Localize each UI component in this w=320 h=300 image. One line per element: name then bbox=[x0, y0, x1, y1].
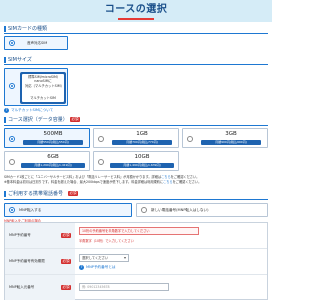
mnp-info-link[interactable]: MNP予約番号とは bbox=[86, 265, 116, 270]
sim-type-option-voice[interactable]: 音声対応SIM bbox=[4, 36, 68, 50]
expiry-select[interactable]: 選択してください ▾ bbox=[79, 254, 129, 262]
plan-price: 月額700円(税込770円) bbox=[112, 140, 172, 145]
required-badge: 必須 bbox=[61, 259, 71, 264]
radio-selected[interactable] bbox=[9, 83, 15, 89]
form-row-expiry: MNP予約番号有効期限 必須 選択してください ▾ ? MNP予約番号とは bbox=[5, 249, 267, 275]
reservation-number-input[interactable]: 10桁の予約番号を半角数字で入力してください bbox=[79, 227, 199, 235]
plan-price: 月額1,290円(税込1,419円) bbox=[21, 163, 85, 168]
radio-unselected[interactable] bbox=[141, 207, 147, 213]
mnp-option-transfer[interactable]: MNP転入する bbox=[4, 203, 132, 217]
plan-option-10gb[interactable]: 10GB 月額1,490円(税込1,639円) bbox=[93, 151, 179, 171]
radio-unselected[interactable] bbox=[98, 159, 104, 165]
fee-link[interactable]: こちら bbox=[161, 175, 171, 179]
heading-marker bbox=[4, 117, 6, 123]
field-error: 半角数字（10桁）で入力してください bbox=[79, 239, 134, 243]
plan-price: 月額1,490円(税込1,639円) bbox=[110, 163, 174, 168]
mnp-heading: ご利用する携帯電話番号 bbox=[4, 190, 63, 198]
sim-size-heading: SIMサイズ bbox=[4, 56, 32, 64]
radio-selected[interactable] bbox=[9, 136, 15, 142]
mnp-form: MNP予約番号 必須 10桁の予約番号を半角数字で入力してください 半角数字（1… bbox=[4, 222, 268, 300]
radio-selected[interactable] bbox=[9, 207, 15, 213]
course-note: SIMカード1枚ごとに「ユニバーサルサービス料」および「電話リレーサービス料」が… bbox=[4, 175, 202, 184]
plan-option-1gb[interactable]: 1GB 月額700円(税込770円) bbox=[93, 128, 179, 148]
plan-option-3gb[interactable]: 3GB 月額900円(税込990円) bbox=[182, 128, 268, 148]
sim-chip-text: 標準SIM/microSIM/ nanoSIMに 対応（マルチカットSIM） bbox=[25, 75, 64, 88]
sim-chip-caption: マルチカットSIM bbox=[30, 96, 56, 100]
question-icon: ? bbox=[4, 108, 9, 113]
divider bbox=[4, 64, 268, 65]
title-underline bbox=[118, 18, 154, 20]
required-badge: 必須 bbox=[61, 285, 71, 290]
sim-type-label: 音声対応SIM bbox=[27, 41, 48, 45]
heading-marker bbox=[4, 57, 6, 63]
plan-price: 月額900円(税込990円) bbox=[201, 140, 261, 145]
heading-marker bbox=[4, 26, 6, 32]
terms-link[interactable]: こちら bbox=[163, 180, 173, 184]
multicut-info-link[interactable]: マルチカットSIMについて bbox=[11, 108, 53, 113]
plan-option-500mb[interactable]: 500MB 月額550円(税込550円) bbox=[4, 128, 90, 148]
page-title: コースの選択 bbox=[104, 4, 168, 15]
mnp-option-new-number[interactable]: 新しい電話番号(MNP転入はしない) bbox=[136, 203, 268, 217]
radio-unselected[interactable] bbox=[187, 136, 193, 142]
divider bbox=[4, 199, 268, 200]
required-badge: 必須 bbox=[61, 233, 71, 238]
sim-size-option-multicut[interactable]: 標準SIM/microSIM/ nanoSIMに 対応（マルチカットSIM） マ… bbox=[4, 68, 68, 106]
plan-option-6gb[interactable]: 6GB 月額1,290円(税込1,419円) bbox=[4, 151, 90, 171]
divider bbox=[4, 125, 268, 126]
source-number-input[interactable]: 例: 09012345678 bbox=[79, 283, 169, 291]
course-heading: コース選択（データ容量） bbox=[4, 116, 68, 124]
sim-type-heading: SIMカードの種類 bbox=[4, 25, 47, 33]
plan-price: 月額550円(税込550円) bbox=[23, 140, 83, 145]
radio-unselected[interactable] bbox=[9, 159, 15, 165]
form-row-source-number: MNP転入元番号 必須 例: 09012345678 bbox=[5, 275, 267, 300]
radio-selected[interactable] bbox=[9, 40, 15, 46]
radio-unselected[interactable] bbox=[98, 136, 104, 142]
heading-marker bbox=[4, 191, 6, 197]
chevron-down-icon: ▾ bbox=[123, 255, 126, 260]
page-header: コースの選択 bbox=[0, 0, 272, 22]
question-icon: ? bbox=[79, 265, 84, 270]
required-badge: 必須 bbox=[68, 191, 78, 196]
divider bbox=[4, 33, 268, 34]
form-row-reservation-number: MNP予約番号 必須 10桁の予約番号を半角数字で入力してください 半角数字（1… bbox=[5, 223, 267, 249]
required-badge: 必須 bbox=[70, 117, 80, 122]
